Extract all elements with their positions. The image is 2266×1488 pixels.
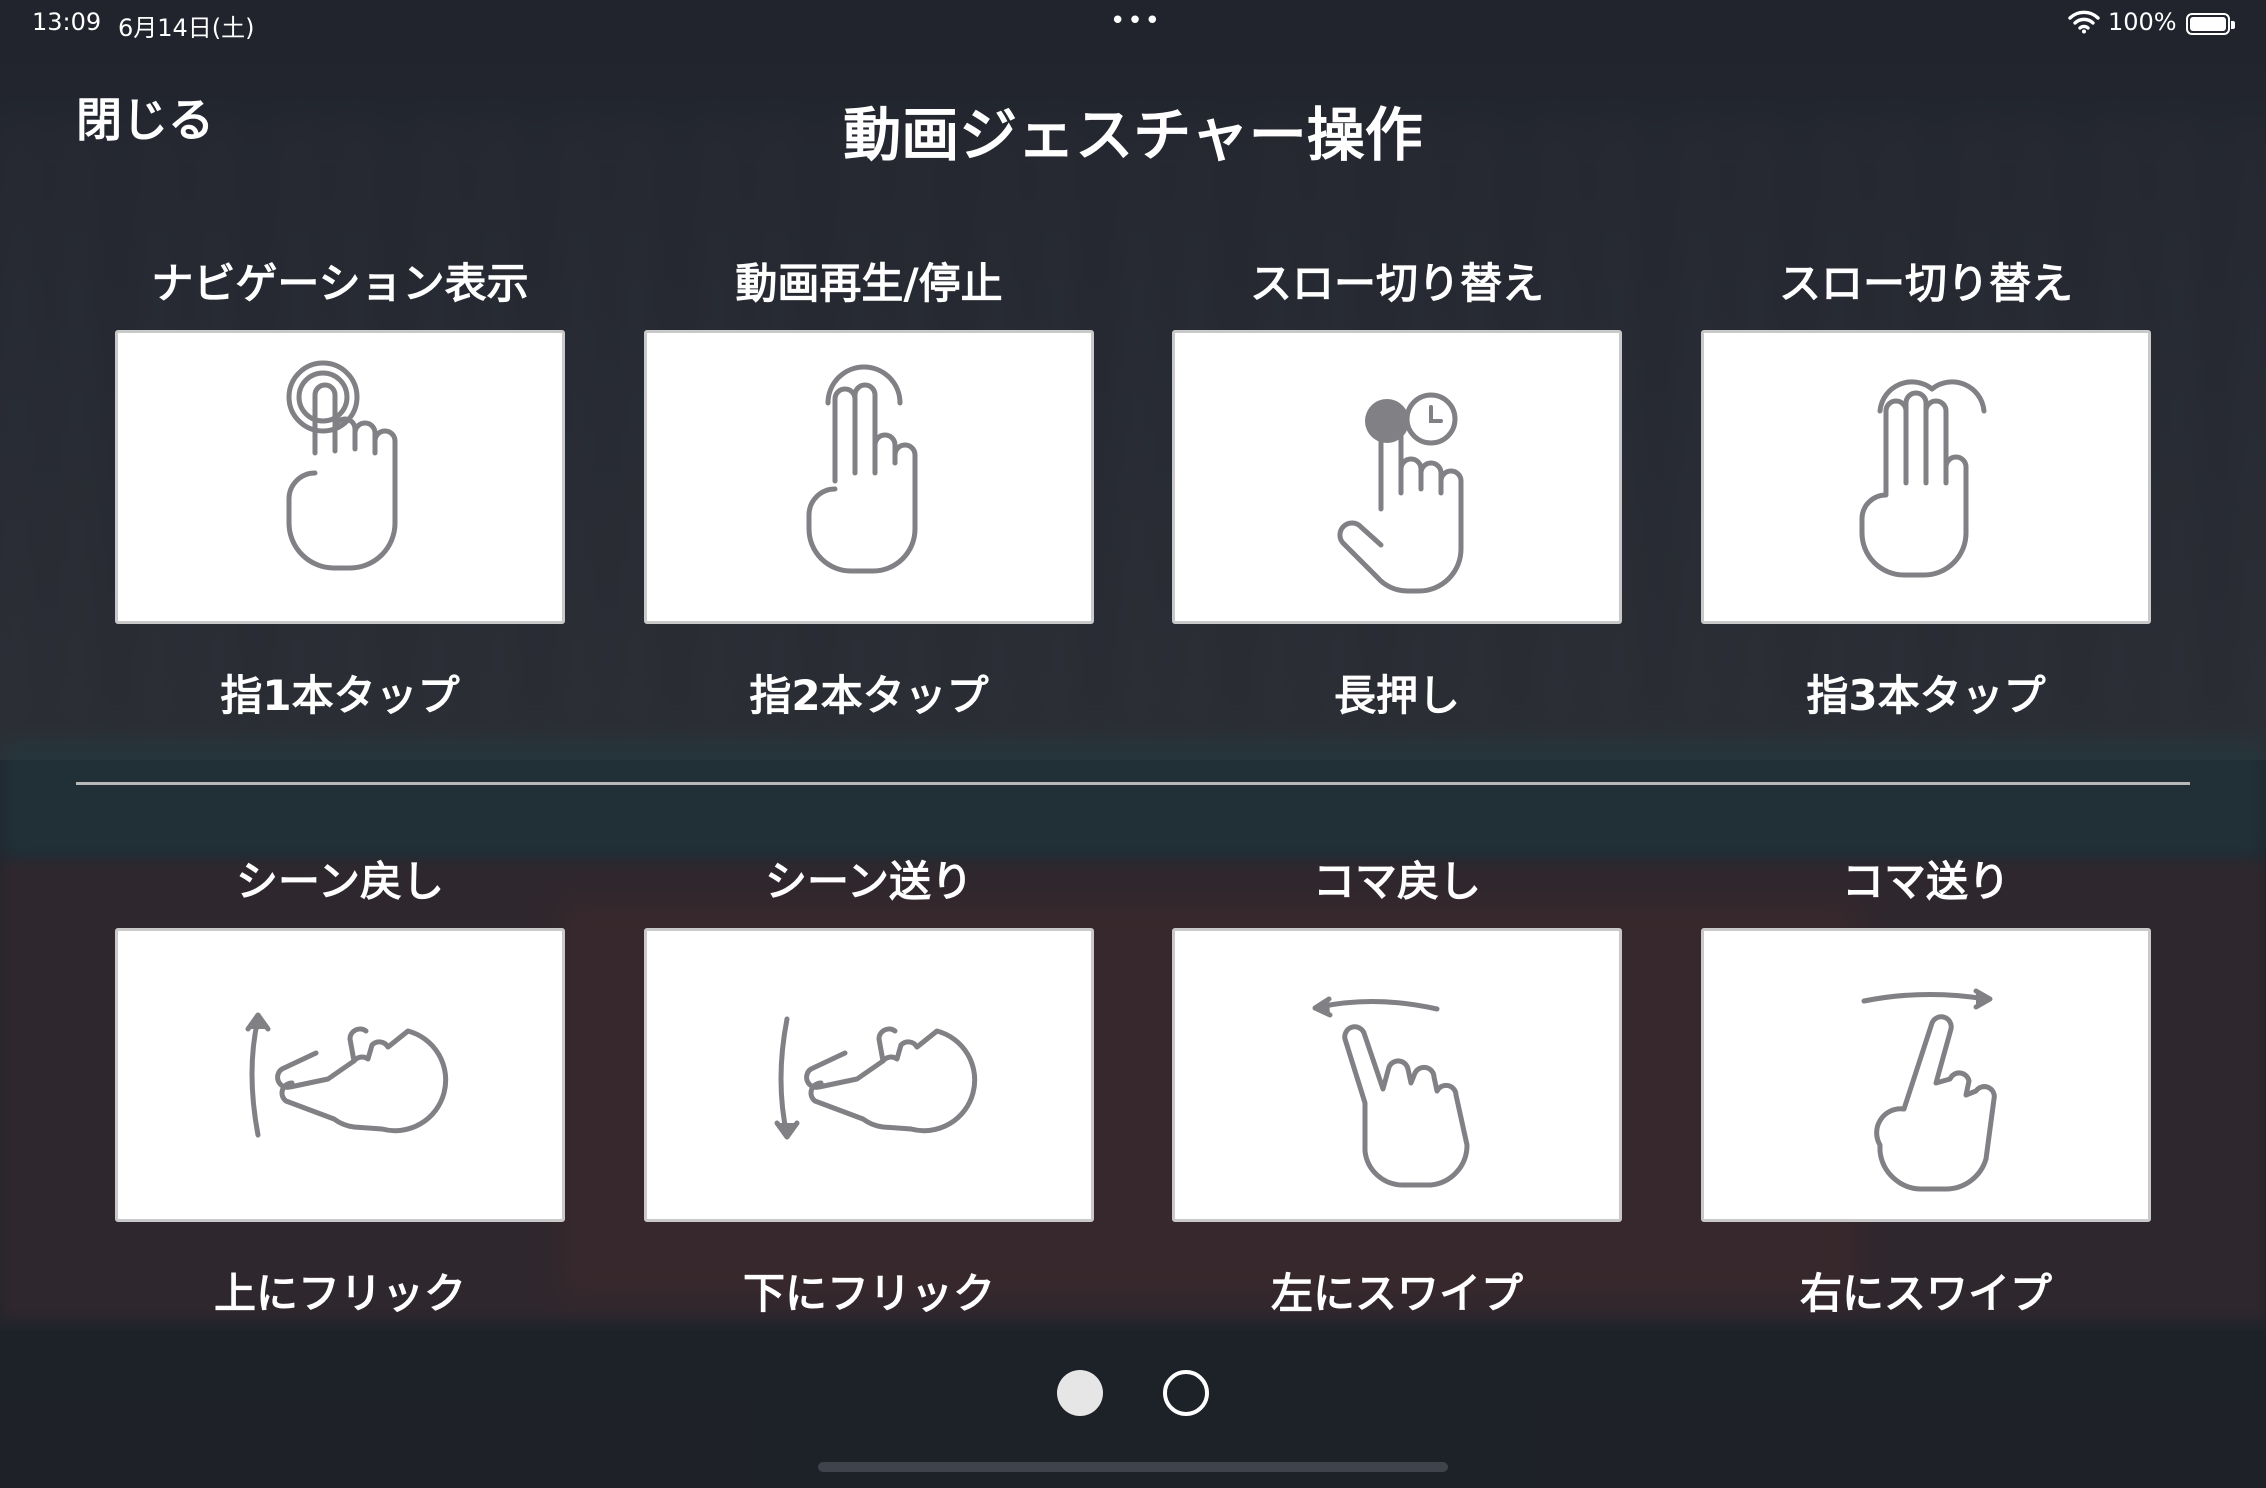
gesture-type-label: 上にフリック bbox=[213, 1269, 466, 1318]
gesture-type-label: 指3本タップ bbox=[1806, 671, 2046, 720]
one-finger-tap-icon bbox=[286, 360, 398, 571]
multitasking-dots[interactable]: ••• bbox=[1110, 6, 1162, 36]
long-press-icon bbox=[1337, 392, 1464, 594]
gesture-action-label: 動画再生/停止 bbox=[735, 259, 1003, 308]
gesture-type-label: 指1本タップ bbox=[220, 671, 460, 720]
gesture-panel bbox=[644, 330, 1094, 624]
page-title: 動画ジェスチャー操作 bbox=[843, 101, 1423, 169]
swipe-left-icon bbox=[1312, 996, 1470, 1188]
status-time: 13:09 bbox=[32, 8, 102, 36]
gesture-action-label: シーン戻し bbox=[236, 857, 444, 906]
gesture-type-label: 下にフリック bbox=[742, 1269, 995, 1318]
home-indicator[interactable] bbox=[818, 1462, 1448, 1472]
gesture-action-label: コマ戻し bbox=[1312, 857, 1481, 906]
gesture-panel bbox=[644, 928, 1094, 1222]
gesture-action-label: スロー切り替え bbox=[1249, 259, 1544, 308]
status-date: 6月14日(土) bbox=[118, 14, 255, 42]
status-bar: 13:09 6月14日(土) ••• 100% bbox=[0, 0, 2266, 48]
gesture-panel bbox=[1172, 330, 1622, 624]
gesture-action-label: ナビゲーション表示 bbox=[151, 259, 529, 308]
wifi-icon bbox=[2068, 10, 2100, 34]
page-indicator-1[interactable] bbox=[1057, 1370, 1103, 1416]
gesture-type-label: 指2本タップ bbox=[749, 671, 989, 720]
flick-down-icon bbox=[774, 1016, 978, 1140]
gesture-action-label: スロー切り替え bbox=[1778, 259, 2073, 308]
flick-up-icon bbox=[245, 1012, 449, 1138]
gesture-panel bbox=[115, 330, 565, 624]
battery-icon bbox=[2186, 13, 2235, 35]
two-finger-tap-icon bbox=[806, 364, 918, 574]
gesture-action-label: シーン送り bbox=[765, 857, 973, 906]
gesture-action-label: コマ送り bbox=[1841, 857, 2010, 906]
section-divider bbox=[76, 782, 2190, 785]
gesture-panel bbox=[1701, 330, 2151, 624]
three-finger-tap-icon bbox=[1859, 379, 1987, 578]
battery-percent: 100% bbox=[2108, 8, 2177, 36]
gesture-type-label: 左にスワイプ bbox=[1270, 1269, 1523, 1318]
gesture-panel bbox=[115, 928, 565, 1222]
gesture-panel bbox=[1701, 928, 2151, 1222]
page-indicator-2[interactable] bbox=[1163, 1370, 1209, 1416]
gesture-panel bbox=[1172, 928, 1622, 1222]
gesture-type-label: 右にスワイプ bbox=[1799, 1269, 2052, 1318]
gesture-type-label: 長押し bbox=[1333, 671, 1460, 720]
swipe-right-icon bbox=[1861, 988, 1997, 1192]
